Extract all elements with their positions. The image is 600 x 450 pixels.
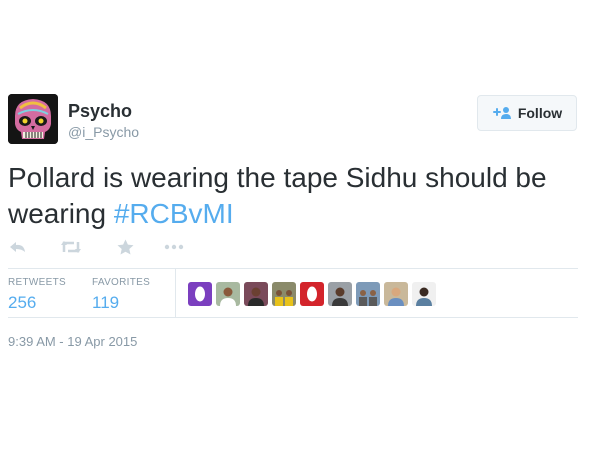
reply-icon <box>9 242 25 252</box>
reply-button[interactable] <box>8 241 26 253</box>
avatar-image <box>412 282 436 306</box>
avatar-image <box>272 282 296 306</box>
favorites-stat[interactable]: FAVORITES 119 <box>92 277 150 313</box>
retweet-icon <box>61 241 81 253</box>
more-icon <box>164 244 184 250</box>
tweet-body: Pollard is wearing the tape Sidhu should… <box>8 162 547 229</box>
add-person-icon <box>492 107 511 119</box>
favoriter-avatar[interactable] <box>412 282 436 306</box>
display-name[interactable]: Psycho <box>68 101 132 122</box>
favoriter-avatar[interactable] <box>244 282 268 306</box>
avatar-image <box>244 282 268 306</box>
favoriter-avatar[interactable] <box>300 282 324 306</box>
avatar-image <box>216 282 240 306</box>
user-handle[interactable]: @i_Psycho <box>68 124 139 140</box>
hashtag-link[interactable]: #RCBvMI <box>114 198 234 229</box>
favoriter-avatar[interactable] <box>328 282 352 306</box>
favoriter-avatar[interactable] <box>356 282 380 306</box>
tweet-timestamp[interactable]: 9:39 AM - 19 Apr 2015 <box>8 334 137 349</box>
user-avatar[interactable] <box>8 94 58 144</box>
follow-button-label: Follow <box>517 105 563 121</box>
more-button[interactable] <box>164 244 184 250</box>
avatar-image <box>356 282 380 306</box>
favoriter-avatar[interactable] <box>384 282 408 306</box>
divider-top <box>8 268 578 269</box>
favorites-label: FAVORITES <box>92 277 151 288</box>
favorite-button[interactable] <box>116 239 134 255</box>
tweet-text: Pollard is wearing the tape Sidhu should… <box>8 160 593 232</box>
divider-bottom <box>8 317 578 318</box>
avatar-image <box>384 282 408 306</box>
favoriters-avatars <box>188 282 436 306</box>
tweet-actions <box>8 237 184 257</box>
avatar-image <box>188 282 212 306</box>
retweets-count: 256 <box>8 293 37 312</box>
retweets-stat[interactable]: RETWEETS 256 <box>8 277 66 313</box>
star-icon <box>117 239 133 255</box>
retweets-label: RETWEETS <box>8 277 66 288</box>
retweet-button[interactable] <box>60 240 82 254</box>
favoriter-avatar[interactable] <box>188 282 212 306</box>
avatar-image <box>300 282 324 306</box>
favoriter-avatar[interactable] <box>216 282 240 306</box>
stats-separator <box>175 269 176 317</box>
favoriter-avatar[interactable] <box>272 282 296 306</box>
skull-avatar-icon <box>8 94 58 144</box>
avatar-image <box>328 282 352 306</box>
follow-button[interactable]: Follow <box>477 95 577 131</box>
favorites-count: 119 <box>92 293 120 312</box>
